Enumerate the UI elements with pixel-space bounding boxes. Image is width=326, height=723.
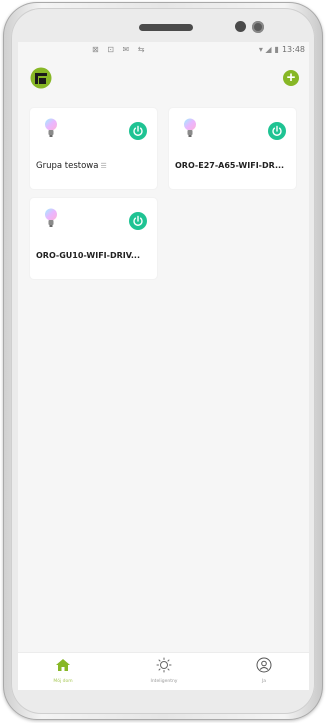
power-icon bbox=[133, 215, 143, 226]
bulb-icon bbox=[45, 118, 57, 137]
plus-circle-icon: + bbox=[286, 69, 296, 86]
status-right: ▾ ◢ ▮ 13:48 bbox=[259, 45, 305, 54]
device-name: Grupa testowa ☰ bbox=[36, 161, 107, 171]
bottom-navigation: Mój dom Inteligentny Ja bbox=[18, 652, 309, 690]
status-time: 13:48 bbox=[281, 45, 305, 54]
app-logo-icon[interactable] bbox=[30, 67, 52, 89]
nav-smart[interactable]: Inteligentny bbox=[134, 657, 194, 684]
device-card[interactable]: ORO-GU10-WIFI-DRIV... bbox=[30, 198, 157, 279]
add-device-button[interactable]: + bbox=[283, 70, 299, 86]
device-card[interactable]: ORO-E27-A65-WIFI-DR... bbox=[169, 108, 296, 189]
status-bar: ⊠ ⊡ ✉ ⇆ ▾ ◢ ▮ 13:48 bbox=[18, 42, 309, 58]
battery-icon: ▮ bbox=[274, 45, 279, 54]
device-card[interactable]: Grupa testowa ☰ bbox=[30, 108, 157, 189]
signal-icon: ▾ ◢ bbox=[258, 45, 272, 54]
user-icon bbox=[256, 657, 272, 673]
home-icon bbox=[56, 659, 70, 671]
power-toggle-button[interactable] bbox=[129, 122, 147, 140]
status-notification-icons: ⊠ ⊡ ✉ ⇆ bbox=[92, 45, 148, 54]
group-icon: ☰ bbox=[100, 162, 107, 170]
phone-speaker bbox=[139, 24, 193, 31]
device-name: ORO-GU10-WIFI-DRIV... bbox=[36, 251, 141, 260]
phone-camera bbox=[252, 21, 264, 33]
nav-me-label: Ja bbox=[261, 679, 267, 684]
nav-smart-label: Inteligentny bbox=[150, 679, 178, 684]
nav-me[interactable]: Ja bbox=[234, 657, 294, 684]
nav-home-label: Mój dom bbox=[53, 679, 73, 684]
device-name: ORO-E27-A65-WIFI-DR... bbox=[175, 161, 285, 170]
power-icon bbox=[133, 125, 143, 136]
power-icon bbox=[272, 125, 282, 136]
app-screen: ⊠ ⊡ ✉ ⇆ ▾ ◢ ▮ 13:48 + Grupa testowa ☰ OR… bbox=[18, 42, 309, 690]
phone-sensor bbox=[235, 21, 246, 32]
power-toggle-button[interactable] bbox=[268, 122, 286, 140]
power-toggle-button[interactable] bbox=[129, 212, 147, 230]
bulb-icon bbox=[184, 118, 196, 137]
bulb-icon bbox=[45, 208, 57, 227]
sun-icon bbox=[156, 657, 172, 673]
nav-home[interactable]: Mój dom bbox=[33, 657, 93, 684]
